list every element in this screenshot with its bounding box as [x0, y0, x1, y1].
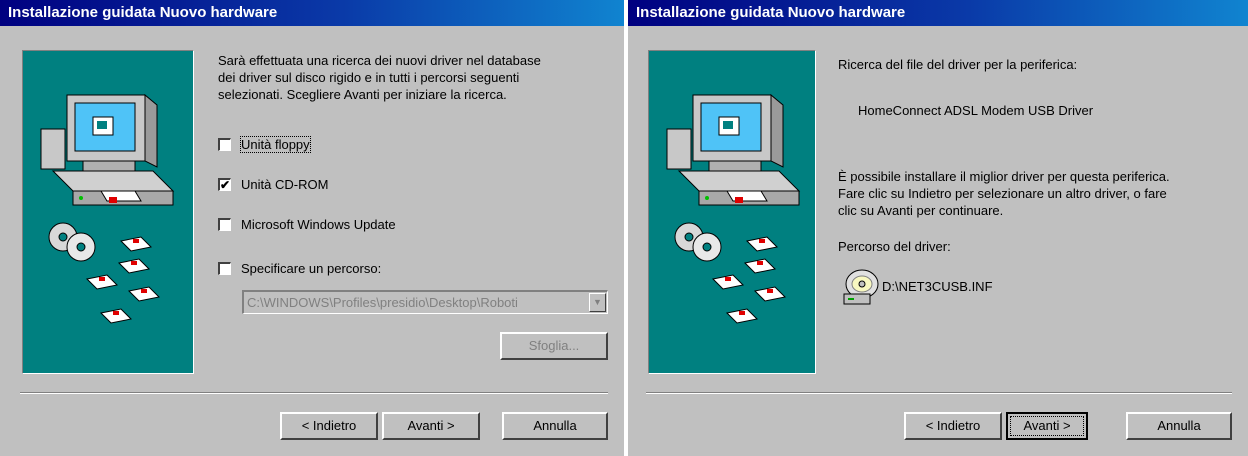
- wizard-illustration: [648, 50, 816, 374]
- checkmark-icon: ✔: [220, 177, 231, 192]
- checkbox-custom-path[interactable]: [218, 261, 231, 275]
- title-bar: Installazione guidata Nuovo hardware: [0, 0, 624, 26]
- search-description: Sarà effettuata una ricerca dei nuovi dr…: [218, 53, 541, 102]
- title-bar: Installazione guidata Nuovo hardware: [628, 0, 1248, 26]
- browse-button[interactable]: Sfoglia...: [500, 332, 608, 360]
- device-name: HomeConnect ADSL Modem USB Driver: [858, 103, 1094, 118]
- divider: [646, 392, 1232, 394]
- option-windows-update-label: Microsoft Windows Update: [241, 216, 396, 232]
- divider: [20, 392, 608, 394]
- driver-file: D:\NET3CUSB.INF: [882, 279, 993, 294]
- next-button[interactable]: Avanti >: [382, 412, 480, 440]
- next-button[interactable]: Avanti >: [1006, 412, 1088, 440]
- option-windows-update[interactable]: Microsoft Windows Update: [218, 215, 396, 233]
- wizard-dialog-driver-found: Installazione guidata Nuovo hardware Ric…: [628, 0, 1248, 456]
- checkbox-windows-update[interactable]: [218, 217, 231, 231]
- driver-path-label: Percorso del driver:: [838, 239, 951, 254]
- option-custom-path-label: Specificare un percorso:: [241, 260, 382, 276]
- computer-disks-icon: [666, 93, 801, 324]
- option-custom-path[interactable]: Specificare un percorso:: [218, 259, 381, 277]
- cancel-button[interactable]: Annulla: [502, 412, 608, 440]
- path-value: C:\WINDOWS\Profiles\presidio\Desktop\Rob…: [247, 295, 518, 310]
- path-combobox[interactable]: C:\WINDOWS\Profiles\presidio\Desktop\Rob…: [242, 290, 608, 314]
- option-cdrom[interactable]: ✔ Unità CD-ROM: [218, 175, 328, 193]
- option-cdrom-label: Unità CD-ROM: [241, 176, 329, 192]
- computer-disks-icon: [40, 93, 175, 324]
- cancel-button[interactable]: Annulla: [1126, 412, 1232, 440]
- checkbox-floppy[interactable]: [218, 137, 231, 151]
- option-floppy[interactable]: Unità floppy: [218, 135, 311, 153]
- dropdown-arrow-icon[interactable]: ▼: [589, 293, 606, 312]
- wizard-illustration: [22, 50, 194, 374]
- search-text: Ricerca del file del driver per la perif…: [838, 57, 1078, 72]
- checkbox-cdrom[interactable]: ✔: [218, 177, 231, 192]
- info-text: È possibile installare il miglior driver…: [838, 169, 1170, 218]
- cd-drive-icon: [843, 269, 879, 305]
- back-button[interactable]: < Indietro: [280, 412, 378, 440]
- wizard-dialog-search-options: Installazione guidata Nuovo hardware Sar…: [0, 0, 624, 456]
- option-floppy-label: Unità floppy: [240, 135, 311, 153]
- back-button[interactable]: < Indietro: [904, 412, 1002, 440]
